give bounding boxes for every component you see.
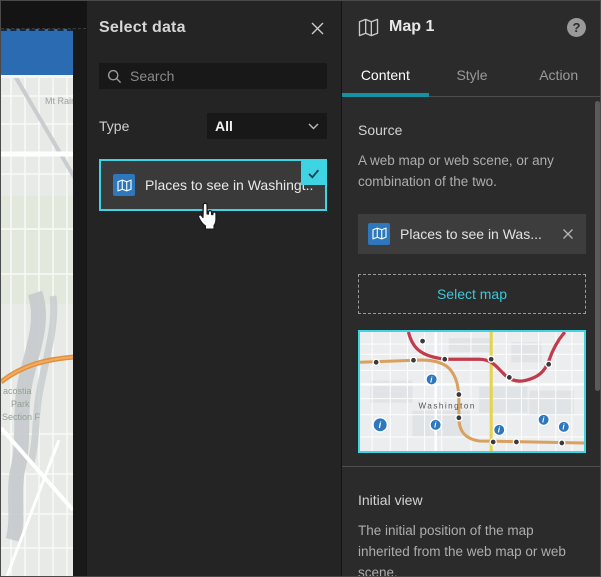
search-input[interactable] [130,68,319,84]
experience-builder-window: Mt Rain acostia Park Section F Select da… [0,0,601,577]
thumbnail-city-label: Washington [419,401,476,410]
select-data-title: Select data [99,19,186,37]
selected-checkbox[interactable] [301,161,325,185]
map-thumbnail-graphic: i i i i i i Washington [360,332,584,451]
webmap-icon [113,174,135,196]
select-data-panel: Select data Type All [86,1,341,576]
settings-title: Map 1 [389,18,567,36]
preview-header-band[interactable] [1,29,73,75]
close-button[interactable] [308,19,327,38]
source-heading: Source [358,122,586,138]
remove-map-button[interactable] [560,226,576,242]
initial-view-heading: Initial view [358,492,586,508]
map-settings-panel: Map 1 ? Content Style Action Source A we… [341,1,601,576]
check-icon [306,166,321,181]
type-filter-row: Type All [99,113,327,139]
source-description: A web map or web scene, or any combinati… [358,150,586,193]
type-dropdown-value: All [215,118,308,134]
settings-body: Source A web map or web scene, or any co… [342,122,601,577]
preview-map-label-park-1: acostia [3,386,32,396]
select-data-header: Select data [99,1,327,55]
settings-header: Map 1 ? [342,1,601,53]
preview-map-label-park-3: Section F [2,412,41,422]
webmap-icon [368,223,390,245]
preview-basemap[interactable]: Mt Rain acostia Park Section F [1,78,73,576]
tab-style[interactable]: Style [429,53,516,96]
settings-tabs: Content Style Action [342,53,601,97]
search-box[interactable] [99,63,327,89]
selected-map-chip-label: Places to see in Was... [400,226,560,242]
type-label: Type [99,118,129,134]
preview-toolbar [1,1,86,29]
data-item-places-to-see[interactable]: Places to see in Washingt... [99,159,327,211]
data-item-label: Places to see in Washingt... [145,177,313,193]
preview-map-label-park-2: Park [11,399,30,409]
selected-map-chip[interactable]: Places to see in Was... [358,214,586,254]
search-icon [107,69,122,84]
tab-action[interactable]: Action [515,53,601,96]
help-icon[interactable]: ? [567,18,586,37]
select-map-button[interactable]: Select map [358,274,586,314]
canvas-preview: Mt Rain acostia Park Section F [1,1,86,576]
close-icon [310,21,325,36]
scrollbar-thumb[interactable] [595,101,600,391]
map-thumbnail[interactable]: i i i i i i Washington [358,330,586,453]
initial-view-description: The initial position of the map inherite… [358,520,586,577]
chevron-down-icon [308,123,319,130]
tab-content[interactable]: Content [342,53,429,96]
type-dropdown[interactable]: All [207,113,327,139]
preview-app[interactable]: Mt Rain acostia Park Section F [1,29,73,576]
section-divider [342,466,601,467]
preview-map-label-mt-rainier: Mt Rain [45,96,73,106]
close-icon [562,228,574,240]
map-widget-icon [358,18,379,37]
